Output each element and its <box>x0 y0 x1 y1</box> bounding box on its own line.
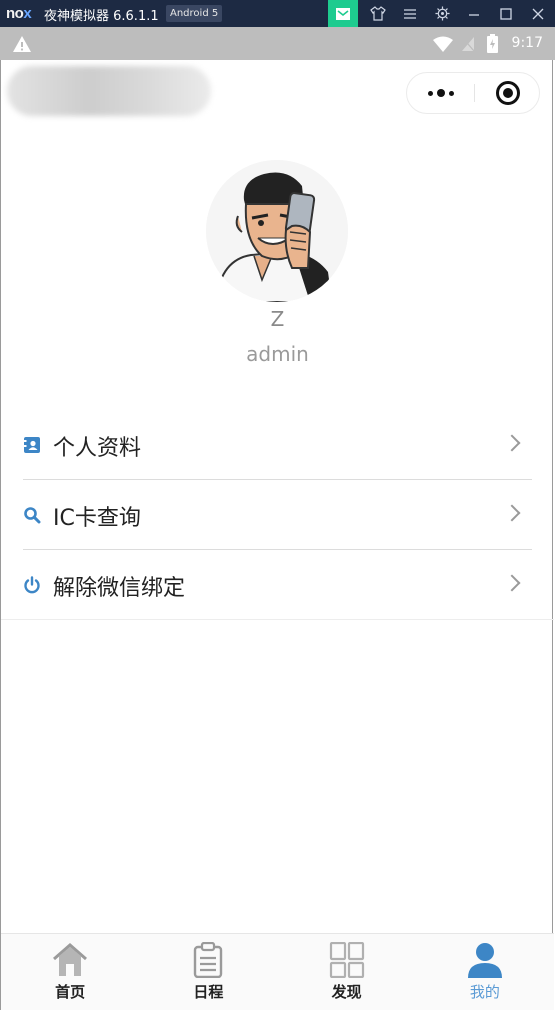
battery-icon <box>487 34 498 53</box>
contact-card-icon <box>23 436 41 454</box>
avatar-illustration <box>206 160 348 302</box>
mail-icon <box>336 7 350 20</box>
tab-label: 日程 <box>193 983 224 1001</box>
search-icon <box>23 506 41 524</box>
menu-item-label: 解除微信绑定 <box>53 576 186 601</box>
mini-program-capsule <box>406 72 540 114</box>
chevron-right-icon <box>503 574 521 592</box>
mini-program-page: Z admin 个人资料 IC卡查询 解除微信绑定 首页 日程 发现 我的 <box>0 60 554 1010</box>
grid-icon <box>329 942 364 978</box>
emulator-close-button[interactable] <box>523 0 553 27</box>
shirt-icon <box>370 6 386 21</box>
user-name: Z <box>270 307 285 331</box>
tab-label: 首页 <box>55 983 86 1001</box>
tab-home[interactable]: 首页 <box>1 934 139 1010</box>
tab-label: 发现 <box>331 983 362 1001</box>
emulator-minimize-button[interactable] <box>459 0 489 27</box>
bottom-tab-bar: 首页 日程 发现 我的 <box>1 933 554 1010</box>
no-signal-icon <box>461 36 475 52</box>
emulator-menu-button[interactable] <box>395 0 425 27</box>
close-icon <box>532 8 544 19</box>
wifi-icon <box>433 36 453 52</box>
tab-mine[interactable]: 我的 <box>416 934 554 1010</box>
emulator-skin-button[interactable] <box>363 0 393 27</box>
avatar[interactable] <box>206 160 348 302</box>
emulator-title: 夜神模拟器 6.6.1.1 <box>44 9 159 24</box>
tab-label: 我的 <box>469 983 500 1001</box>
menu-item-label: IC卡查询 <box>53 506 141 531</box>
gear-icon <box>434 6 450 21</box>
user-icon <box>467 943 502 978</box>
maximize-icon <box>500 7 512 20</box>
clipboard-icon <box>194 942 223 978</box>
menu-item-ic-card-query[interactable]: IC卡查询 <box>23 480 532 550</box>
emulator-title-bar: nox 夜神模拟器 6.6.1.1 Android 5 <box>0 0 555 27</box>
menu-item-label: 个人资料 <box>53 436 142 461</box>
target-icon[interactable] <box>496 81 520 105</box>
tab-schedule[interactable]: 日程 <box>139 934 277 1010</box>
chevron-right-icon <box>503 434 521 452</box>
status-time: 9:17 <box>511 35 543 51</box>
emulator-maximize-button[interactable] <box>491 0 521 27</box>
home-icon <box>53 943 88 976</box>
android-version-badge: Android 5 <box>166 5 223 22</box>
menu-item-profile[interactable]: 个人资料 <box>23 410 532 480</box>
nox-logo: nox <box>6 5 32 22</box>
warning-icon <box>13 36 31 52</box>
android-status-bar: 9:17 <box>0 27 555 60</box>
hamburger-icon <box>404 8 416 19</box>
user-account: admin <box>246 342 309 366</box>
blurred-page-title <box>7 66 211 116</box>
capsule-divider <box>474 84 475 102</box>
menu-item-unbind-wechat[interactable]: 解除微信绑定 <box>1 550 554 620</box>
minimize-icon <box>469 13 479 16</box>
profile-menu: 个人资料 IC卡查询 解除微信绑定 <box>1 410 554 620</box>
tab-discover[interactable]: 发现 <box>278 934 416 1010</box>
power-icon <box>23 576 41 594</box>
ellipsis-icon[interactable] <box>407 73 474 113</box>
emulator-settings-button[interactable] <box>427 0 457 27</box>
chevron-right-icon <box>503 504 521 522</box>
emulator-mail-button[interactable] <box>328 0 358 27</box>
